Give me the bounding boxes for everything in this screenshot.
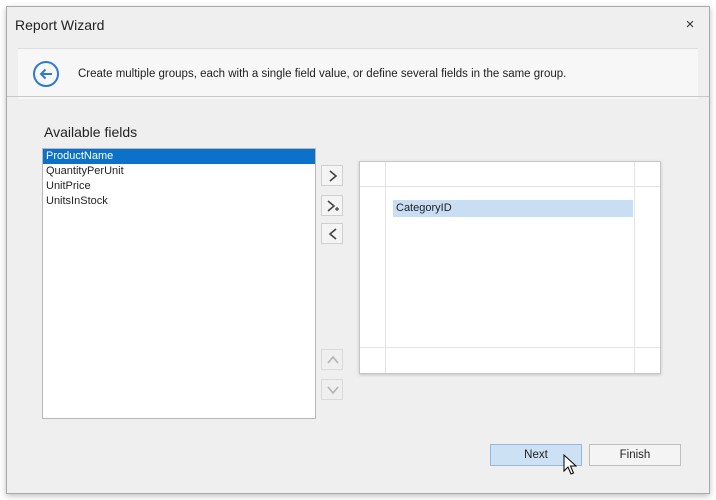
title-bar: Report Wizard × [7,7,709,43]
header-divider [7,96,709,97]
header-description: Create multiple groups, each with a sing… [78,68,567,80]
window-title: Report Wizard [15,17,105,33]
finish-button[interactable]: Finish [589,444,681,466]
available-field-item[interactable]: UnitsInStock [43,194,315,209]
add-to-group-icon [327,200,339,212]
mouse-pointer-icon [563,454,577,475]
grid-line [385,162,386,373]
available-field-item[interactable]: ProductName [43,149,315,164]
available-field-item[interactable]: UnitPrice [43,179,315,194]
report-wizard-window: Report Wizard × Create multiple groups, … [6,6,710,494]
wizard-header: Create multiple groups, each with a sing… [18,48,698,99]
back-button[interactable] [33,61,59,87]
add-to-group-button[interactable] [321,195,343,216]
move-up-icon [327,355,339,364]
add-group-icon [329,170,338,182]
group-item[interactable]: CategoryID [393,200,633,217]
available-fields-list[interactable]: ProductName QuantityPerUnit UnitPrice Un… [42,148,316,419]
move-down-icon [327,386,339,395]
move-down-button[interactable] [321,379,343,400]
remove-group-icon [328,228,337,240]
groups-panel[interactable]: CategoryID [359,161,661,374]
close-button[interactable]: × [679,15,701,35]
back-arrow-circle-icon [39,68,52,80]
grid-line [360,347,660,348]
remove-group-button[interactable] [321,223,343,244]
available-field-item[interactable]: QuantityPerUnit [43,164,315,179]
move-up-button[interactable] [321,349,343,370]
add-group-button[interactable] [321,165,343,186]
grid-line [360,186,660,187]
available-fields-label: Available fields [44,124,138,140]
grid-line [634,162,635,373]
